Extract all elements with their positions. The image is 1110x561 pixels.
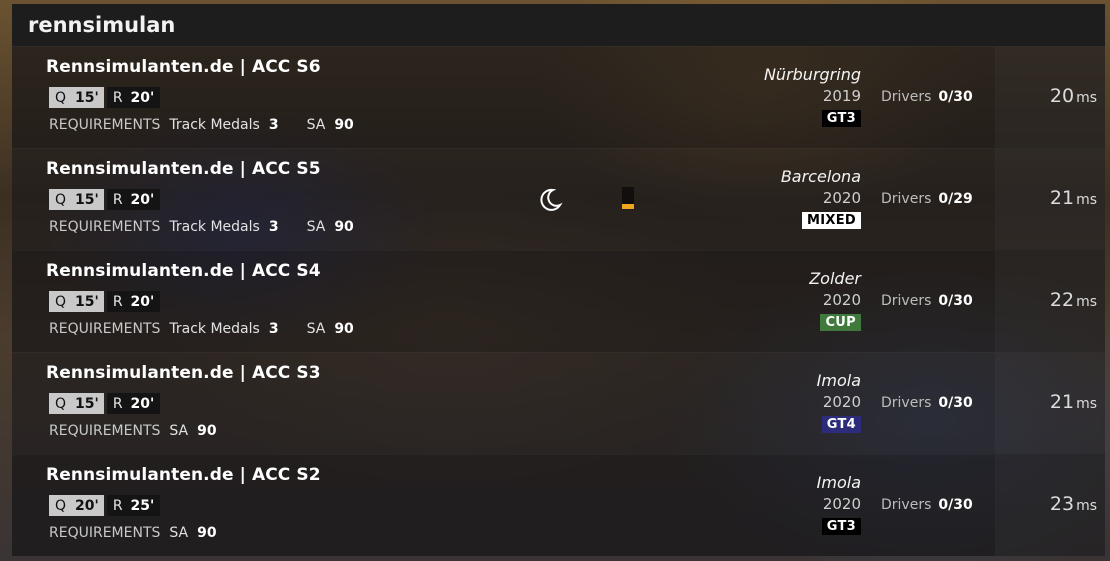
drivers-count: Drivers 0/29 — [881, 191, 973, 207]
qualifying-session: Q 20' — [49, 495, 104, 516]
race-session: R 20' — [106, 87, 161, 108]
ping-value: 22 ms — [1049, 289, 1097, 311]
race-session: R 25' — [106, 495, 161, 516]
ping-value: 21 ms — [1049, 187, 1097, 209]
ping-cell: 21 ms — [995, 353, 1105, 454]
drivers-count: Drivers 0/30 — [881, 89, 973, 105]
ping-value: 23 ms — [1049, 493, 1097, 515]
signal-bar-icon — [622, 187, 634, 209]
qualifying-session: Q 15' — [49, 87, 104, 108]
requirements: REQUIREMENTS SA 90 — [49, 525, 217, 541]
qualifying-session: Q 15' — [49, 291, 104, 312]
ping-cell: 22 ms — [995, 251, 1105, 352]
server-row[interactable]: Rennsimulanten.de | ACC S2 Q 20' R 25' R… — [12, 454, 1105, 556]
ping-cell: 20 ms — [995, 47, 1105, 148]
track-name: Nürburgring — [763, 65, 861, 84]
drivers-count: Drivers 0/30 — [881, 395, 973, 411]
requirements: REQUIREMENTS SA 90 — [49, 423, 217, 439]
server-name: Rennsimulanten.de | ACC S5 — [46, 159, 321, 179]
server-name: Rennsimulanten.de | ACC S2 — [46, 465, 321, 485]
track-info: Nürburgring 2019 GT3 — [661, 65, 861, 127]
server-name: Rennsimulanten.de | ACC S3 — [46, 363, 321, 383]
ping-cell: 23 ms — [995, 455, 1105, 556]
car-class-badge: MIXED — [802, 212, 861, 229]
race-session: R 20' — [106, 291, 161, 312]
track-info: Barcelona 2020 MIXED — [661, 167, 861, 229]
server-row[interactable]: Rennsimulanten.de | ACC S5 Q 15' R 20' R… — [12, 148, 1105, 250]
qualifying-session: Q 15' — [49, 393, 104, 414]
track-name: Barcelona — [780, 167, 861, 186]
race-session: R 20' — [106, 393, 161, 414]
ping-value: 21 ms — [1049, 391, 1097, 413]
track-info: Imola 2020 GT4 — [661, 371, 861, 433]
car-class-badge: CUP — [820, 314, 861, 331]
qualifying-session: Q 15' — [49, 189, 104, 210]
session-info: Q 15' R 20' — [49, 189, 161, 210]
track-year: 2020 — [822, 291, 861, 309]
track-name: Zolder — [809, 269, 861, 288]
race-session: R 20' — [106, 189, 161, 210]
requirements: REQUIREMENTS Track Medals 3 SA 90 — [49, 321, 354, 337]
track-info: Zolder 2020 CUP — [661, 269, 861, 331]
server-row[interactable]: Rennsimulanten.de | ACC S3 Q 15' R 20' R… — [12, 352, 1105, 454]
requirements: REQUIREMENTS Track Medals 3 SA 90 — [49, 117, 354, 133]
track-name: Imola — [816, 371, 861, 390]
server-browser: rennsimulan Rennsimulanten.de | ACC S6 Q… — [12, 4, 1105, 561]
session-info: Q 20' R 25' — [49, 495, 161, 516]
track-name: Imola — [816, 473, 861, 492]
car-class-badge: GT4 — [821, 416, 861, 433]
server-row[interactable]: Rennsimulanten.de | ACC S6 Q 15' R 20' R… — [12, 46, 1105, 148]
track-year: 2019 — [822, 87, 861, 105]
session-info: Q 15' R 20' — [49, 87, 161, 108]
ping-cell: 21 ms — [995, 149, 1105, 250]
track-year: 2020 — [822, 495, 861, 513]
moon-icon — [540, 188, 563, 211]
requirements: REQUIREMENTS Track Medals 3 SA 90 — [49, 219, 354, 235]
server-list: Rennsimulanten.de | ACC S6 Q 15' R 20' R… — [12, 46, 1105, 556]
car-class-badge: GT3 — [821, 518, 861, 535]
server-name: Rennsimulanten.de | ACC S6 — [46, 57, 321, 77]
server-name: Rennsimulanten.de | ACC S4 — [46, 261, 321, 281]
ping-value: 20 ms — [1049, 85, 1097, 107]
server-row[interactable]: Rennsimulanten.de | ACC S4 Q 15' R 20' R… — [12, 250, 1105, 352]
search-term-title: rennsimulan — [28, 13, 176, 37]
car-class-badge: GT3 — [821, 110, 861, 127]
server-browser-header: rennsimulan — [12, 4, 1105, 46]
session-info: Q 15' R 20' — [49, 393, 161, 414]
track-year: 2020 — [822, 393, 861, 411]
drivers-count: Drivers 0/30 — [881, 497, 973, 513]
track-year: 2020 — [822, 189, 861, 207]
drivers-count: Drivers 0/30 — [881, 293, 973, 309]
session-info: Q 15' R 20' — [49, 291, 161, 312]
track-info: Imola 2020 GT3 — [661, 473, 861, 535]
